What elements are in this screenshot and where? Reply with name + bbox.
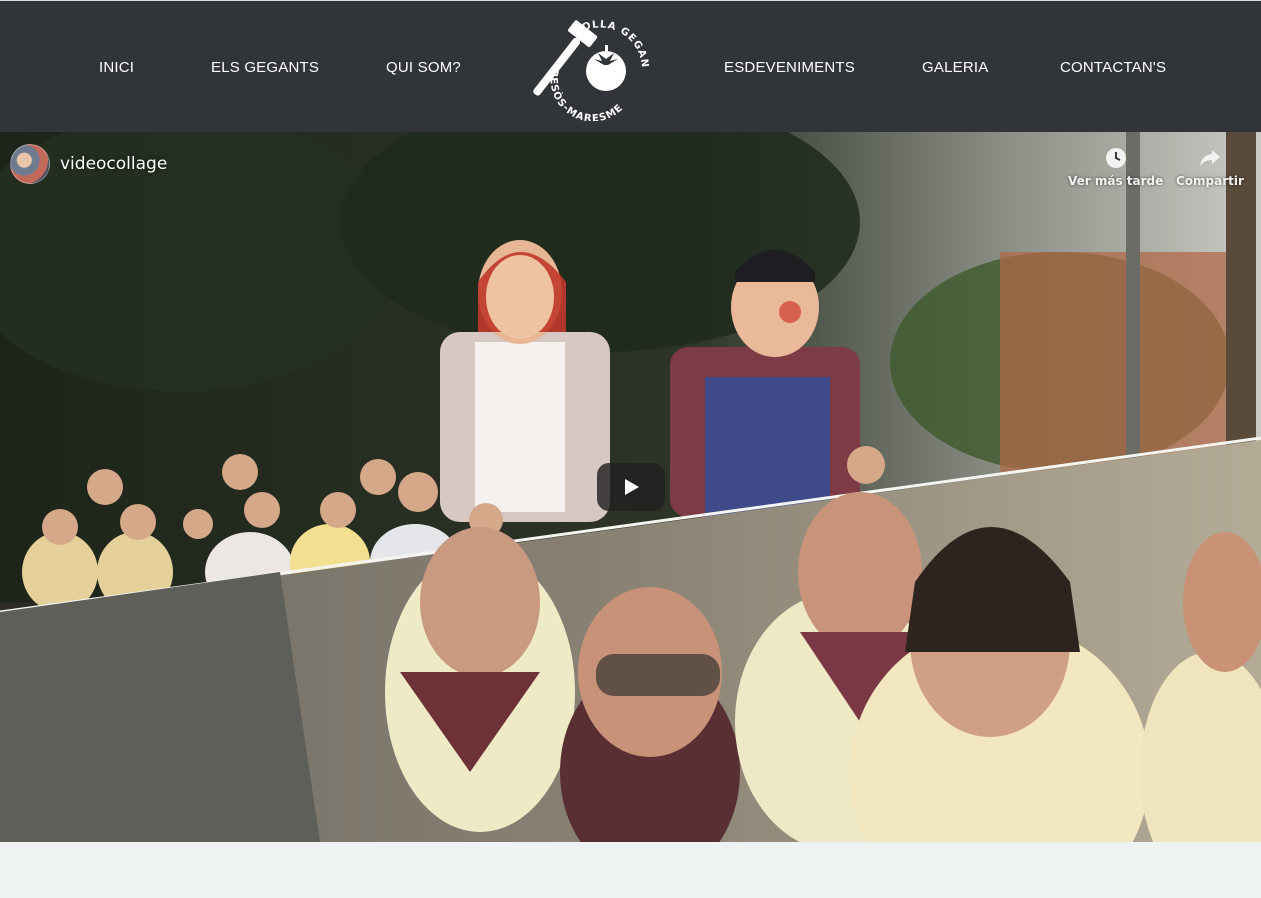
nav-qui-som[interactable]: QUI SOM? <box>386 59 461 76</box>
nav-galeria[interactable]: GALERIA <box>922 59 988 76</box>
channel-name[interactable]: videocollage <box>60 154 167 174</box>
watch-later-button[interactable]: Ver más tarde <box>1068 146 1163 188</box>
play-icon <box>625 479 639 495</box>
page-content-area <box>0 842 1261 898</box>
youtube-video-embed[interactable]: videocollage Ver más tarde Compartir <box>0 132 1261 842</box>
nav-inici[interactable]: INICI <box>99 59 134 76</box>
logo-mark: COLLA GEGANTERA BESÒS-MARESME <box>526 5 650 125</box>
share-arrow-icon <box>1199 150 1220 166</box>
share-label: Compartir <box>1176 174 1244 188</box>
video-channel[interactable]: videocollage <box>10 144 167 184</box>
channel-avatar[interactable] <box>10 144 50 184</box>
play-button[interactable] <box>597 463 665 511</box>
watch-later-label: Ver más tarde <box>1068 174 1164 188</box>
nav-esdeveniments[interactable]: ESDEVENIMENTS <box>724 59 855 76</box>
site-header: INICI ELS GEGANTS QUI SOM? COLLA GEGANTE… <box>0 0 1261 132</box>
nav-els-gegants[interactable]: ELS GEGANTS <box>211 59 319 76</box>
site-logo[interactable]: COLLA GEGANTERA BESÒS-MARESME <box>526 5 650 125</box>
nav-contactans[interactable]: CONTACTAN'S <box>1060 59 1166 76</box>
share-button[interactable]: Compartir <box>1176 146 1244 188</box>
clock-icon <box>1105 148 1126 168</box>
